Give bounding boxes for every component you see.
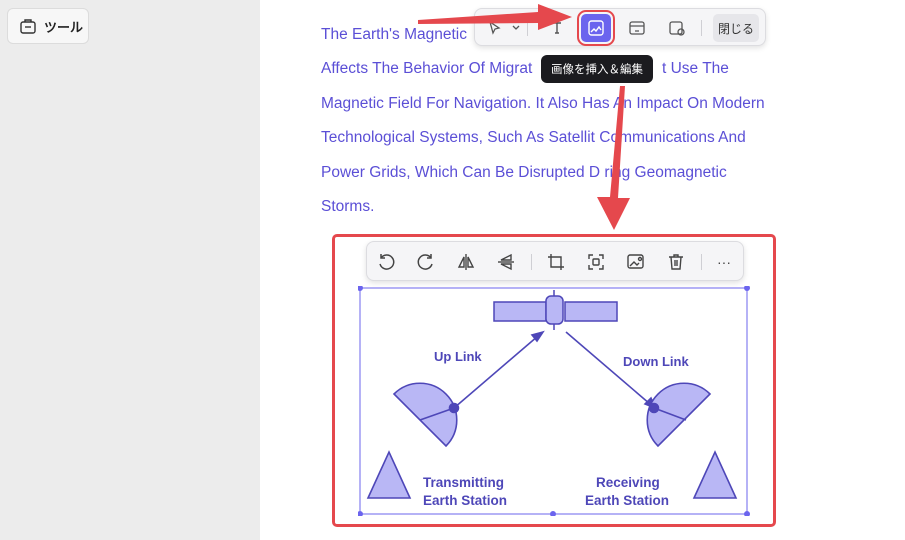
paragraph-line: Power Grids, Which Can Be Disrupted D ri… [321,163,727,181]
replace-image-button[interactable] [583,249,609,275]
location-tool-button[interactable] [663,14,691,42]
link-icon [629,21,645,35]
more-button[interactable]: ··· [711,249,737,275]
rotate-left-icon [379,254,395,270]
select-dropdown-button[interactable] [509,14,523,42]
document-paragraph: The Earth's Magnetic Affects The Behavio… [321,18,791,224]
replace-icon [588,254,604,270]
transmitting-label: Transmitting [423,475,504,490]
toolbar-divider [701,254,702,270]
downlink-label: Down Link [623,354,689,369]
resize-handle [358,511,363,516]
close-button[interactable]: 閉じる [713,14,759,42]
resize-handle [550,511,556,516]
insert-image-button[interactable] [577,10,615,46]
rotate-left-button[interactable] [373,249,399,275]
paragraph-line: Magnetic Field For Navigation. It Also H… [321,94,765,112]
chevron-down-icon [512,25,520,30]
image-toolbar: ··· [366,241,744,281]
flip-vertical-icon [498,253,514,271]
receiving-dish-icon [646,382,738,499]
receiving-label: Earth Station [585,493,669,508]
downlink-arrow [565,331,657,410]
toolbar-divider [531,254,532,270]
flip-vertical-button[interactable] [493,249,519,275]
link-tool-button[interactable] [623,14,651,42]
tools-label: ツール [44,19,84,35]
resize-handle [358,286,363,291]
delete-image-button[interactable] [663,249,689,275]
toolbar-divider [527,20,528,36]
tooltip: 画像を挿入＆編集 [541,55,653,83]
toolbox-icon [20,19,36,34]
paragraph-line-end: t Use The [662,60,729,78]
insert-image-icon [588,20,604,36]
delete-icon [669,254,683,270]
rotate-right-button[interactable] [413,249,439,275]
text-icon [553,22,561,34]
text-tool-button[interactable] [545,14,569,42]
flip-horizontal-icon [457,254,475,270]
toolbar-divider [701,20,702,36]
rotate-right-icon [417,254,433,270]
extract-image-button[interactable] [623,249,649,275]
paragraph-line: Technological Systems, Such As Satellit … [321,129,746,147]
uplink-arrow [453,330,545,409]
crop-button[interactable] [543,249,569,275]
select-icon [488,20,501,35]
crop-icon [548,254,564,270]
extract-image-icon [627,254,644,269]
transmitting-label: Earth Station [423,493,507,508]
paragraph-line: Storms. [321,198,375,216]
uplink-label: Up Link [434,349,482,364]
paragraph-line-start: Affects The Behavior Of Migrat [321,60,533,78]
resize-handle [744,511,750,516]
tools-button[interactable]: ツール [7,8,89,44]
flip-horizontal-button[interactable] [453,249,479,275]
satellite-icon [493,290,618,330]
resize-handle [744,286,750,291]
sidebar: ツール [0,0,260,540]
receiving-label: Receiving [596,475,660,490]
location-icon [669,21,685,36]
satellite-diagram: Up Link Down Link Transmitting Earth Sta… [358,286,750,516]
select-tool-button[interactable] [483,14,507,42]
top-toolbar: 閉じる [474,8,766,46]
